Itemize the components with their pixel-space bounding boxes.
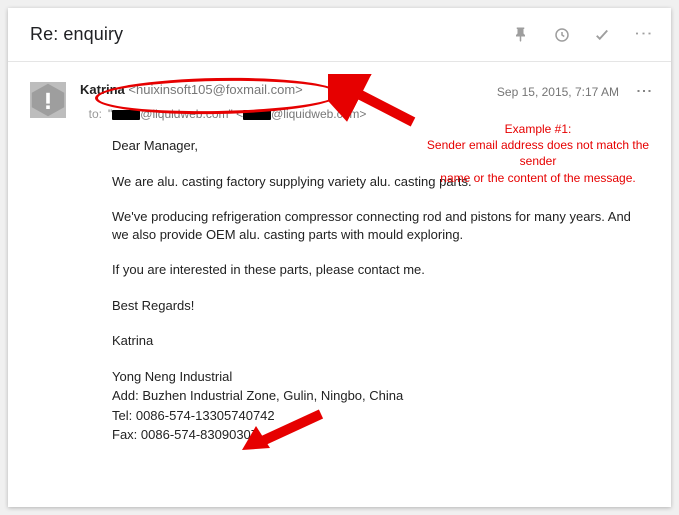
avatar	[30, 82, 66, 118]
message-meta: Sep 15, 2015, 7:17 AM ⋮	[497, 82, 653, 102]
more-icon[interactable]: ⋮	[633, 25, 654, 45]
body-paragraph: Best Regards!	[112, 297, 647, 315]
from-row: Katrina <huixinsoft105@foxmail.com>	[80, 82, 483, 97]
annotation-line: name or the content of the message.	[408, 170, 668, 186]
message-more-icon[interactable]: ⋮	[634, 83, 654, 101]
annotation-line: Sender email address does not match the …	[408, 137, 668, 169]
header-actions: ⋮	[513, 24, 653, 45]
signature-line: Yong Neng Industrial	[112, 368, 647, 386]
annotation-text: Example #1: Sender email address does no…	[408, 121, 668, 186]
signature-line: Tel: 0086-574-13305740742	[112, 407, 647, 425]
sender-name: Katrina	[80, 82, 125, 97]
message-header: Katrina <huixinsoft105@foxmail.com> to: …	[8, 62, 671, 127]
done-icon[interactable]	[593, 26, 611, 44]
signature-line: Add: Buzhen Industrial Zone, Gulin, Ning…	[112, 387, 647, 405]
to-row: to: "@liquidweb.com" <@liquidweb.com>	[80, 107, 483, 121]
message-date: Sep 15, 2015, 7:17 AM	[497, 85, 619, 99]
to-value: "@liquidweb.com" <@liquidweb.com>	[108, 107, 366, 121]
snooze-icon[interactable]	[553, 26, 571, 44]
body-paragraph: Katrina	[112, 332, 647, 350]
from-block: Katrina <huixinsoft105@foxmail.com> to: …	[80, 82, 483, 121]
sender-address: <huixinsoft105@foxmail.com>	[128, 82, 302, 97]
body-paragraph: If you are interested in these parts, pl…	[112, 261, 647, 279]
annotation-title: Example #1:	[408, 121, 668, 137]
email-header: Re: enquiry ⋮	[8, 8, 671, 62]
body-paragraph: We've producing refrigeration compressor…	[112, 208, 647, 243]
to-label: to:	[80, 107, 102, 121]
signature-line: Fax: 0086-574-83090307	[112, 426, 647, 444]
subject-line: Re: enquiry	[30, 24, 513, 45]
pin-icon[interactable]	[513, 26, 531, 44]
email-card: Re: enquiry ⋮ Katrina <huixinsoft105@fox…	[8, 8, 671, 507]
